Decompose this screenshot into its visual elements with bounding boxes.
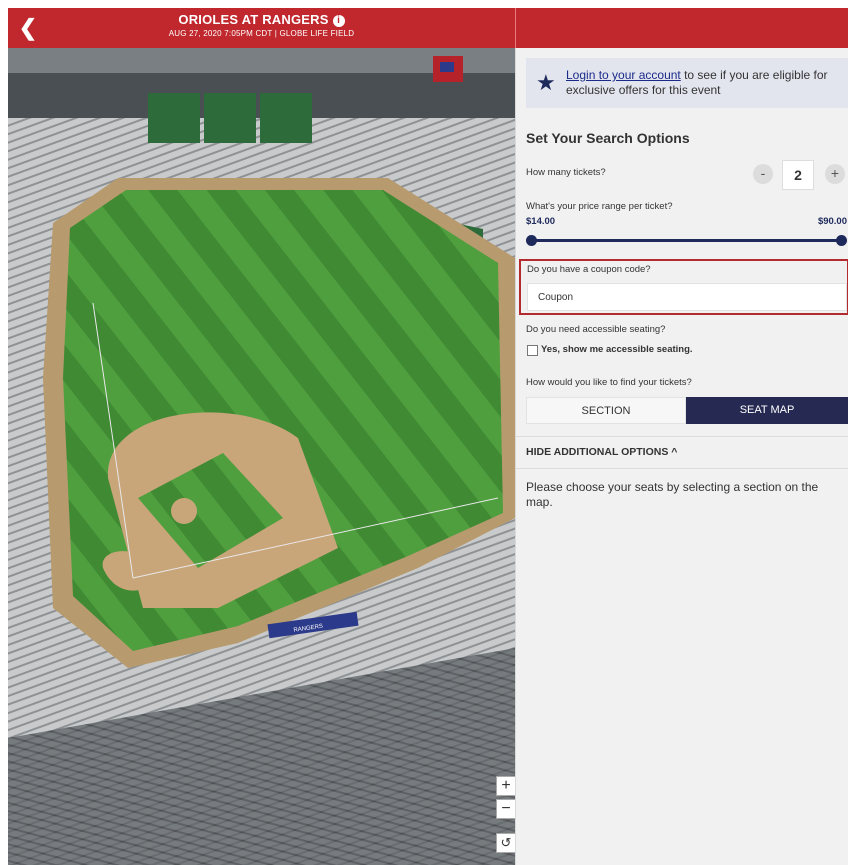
divider (516, 468, 848, 469)
info-icon[interactable]: i (332, 15, 345, 27)
event-title: ORIOLES AT RANGERS i (8, 12, 515, 27)
price-slider-track[interactable] (531, 239, 841, 242)
event-title-text: ORIOLES AT RANGERS (178, 12, 329, 27)
header-divider (515, 8, 516, 48)
zoom-in-button[interactable]: + (496, 776, 515, 796)
zoom-out-button[interactable]: − (496, 799, 515, 819)
event-header: ORIOLES AT RANGERS i AUG 27, 2020 7:05PM … (8, 12, 515, 38)
divider (516, 436, 848, 437)
top-bar: ❮ ORIOLES AT RANGERS i AUG 27, 2020 7:05P… (8, 8, 848, 48)
stadium-illustration: RANGERS (8, 48, 515, 865)
price-min: $14.00 (526, 216, 556, 227)
hide-additional-options-button[interactable]: HIDE ADDITIONAL OPTIONS ^ (526, 446, 677, 458)
section-toggle-button[interactable]: SECTION (526, 397, 686, 424)
login-link[interactable]: Login to your account (566, 68, 681, 82)
accessible-question: Do you need accessible seating? (526, 324, 666, 335)
coupon-input[interactable] (527, 283, 847, 311)
search-options-heading: Set Your Search Options (526, 130, 690, 146)
coupon-section: Do you have a coupon code? (519, 259, 848, 315)
price-slider-min-handle[interactable] (526, 235, 537, 246)
quantity-field[interactable]: 2 (782, 160, 814, 190)
stadium-map[interactable]: RANGERS + − ↺ (8, 48, 515, 865)
increment-button[interactable]: + (825, 164, 845, 184)
coupon-question: Do you have a coupon code? (527, 264, 651, 275)
accessible-seating-checkbox[interactable] (527, 345, 538, 356)
login-banner: ★ Login to your account to see if you ar… (526, 58, 848, 108)
event-subtitle: AUG 27, 2020 7:05PM CDT | GLOBE LIFE FIE… (168, 29, 355, 38)
login-message: Login to your account to see if you are … (566, 68, 848, 98)
reset-view-icon[interactable]: ↺ (496, 833, 515, 853)
seat-map-toggle-button[interactable]: SEAT MAP (686, 397, 848, 424)
help-text: Please choose your seats by selecting a … (526, 480, 819, 509)
accessible-seating-label[interactable]: Yes, show me accessible seating. (541, 344, 693, 355)
tickets-question: How many tickets? (526, 167, 606, 178)
price-max: $90.00 (817, 216, 847, 227)
decrement-button[interactable]: - (753, 164, 773, 184)
star-icon: ★ (536, 70, 556, 95)
price-question: What's your price range per ticket? (526, 201, 673, 212)
price-slider-max-handle[interactable] (836, 235, 847, 246)
search-options-panel: ★ Login to your account to see if you ar… (515, 48, 848, 865)
find-tickets-question: How would you like to find your tickets? (526, 377, 692, 388)
